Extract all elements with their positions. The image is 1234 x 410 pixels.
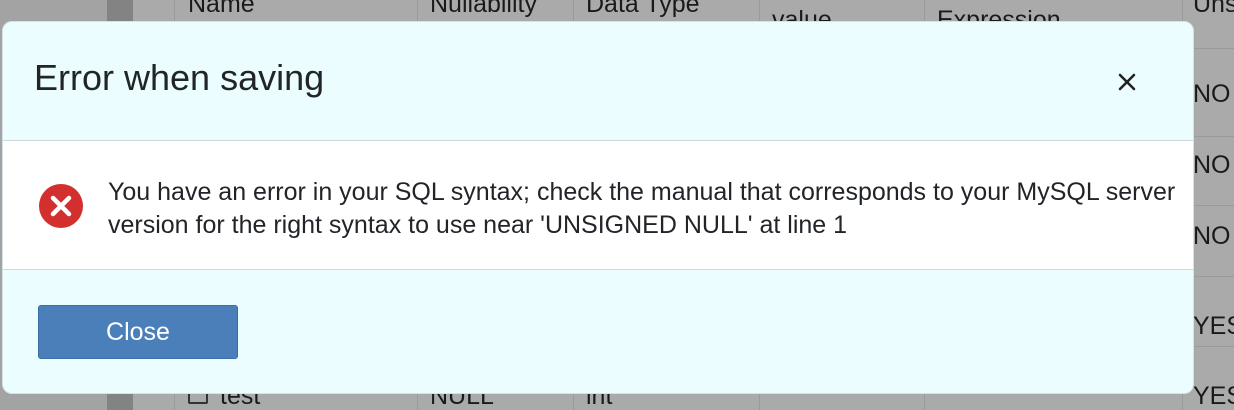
row-divider: [1193, 136, 1234, 137]
table-cell: NO: [1193, 151, 1231, 179]
dialog-body: You have an error in your SQL syntax; ch…: [3, 141, 1193, 270]
close-icon: [1107, 62, 1147, 102]
row-divider: [1193, 346, 1234, 347]
table-cell: YES: [1193, 312, 1234, 340]
error-message: You have an error in your SQL syntax; ch…: [108, 178, 1176, 239]
row-divider: [1193, 276, 1234, 277]
row-divider: [1193, 205, 1234, 206]
table-cell: NO: [1193, 222, 1231, 250]
column-header-name[interactable]: Name: [188, 0, 255, 18]
row-divider: [1193, 48, 1234, 49]
error-circle-icon: [38, 183, 84, 229]
dialog-title: Error when saving: [34, 57, 325, 98]
column-header-data-type[interactable]: Data Type: [586, 0, 700, 18]
close-button[interactable]: Close: [38, 305, 238, 359]
column-header-unsigned[interactable]: Uns: [1193, 0, 1234, 18]
table-cell: YES: [1193, 382, 1234, 410]
dialog-header: Error when saving: [3, 22, 1193, 141]
table-cell: NO: [1193, 80, 1231, 108]
dialog-close-button[interactable]: [1107, 62, 1147, 102]
column-header-nullability[interactable]: Nullability: [430, 0, 537, 18]
error-dialog: Error when saving You have an error in y…: [2, 21, 1194, 394]
dialog-footer: Close: [3, 270, 1193, 393]
